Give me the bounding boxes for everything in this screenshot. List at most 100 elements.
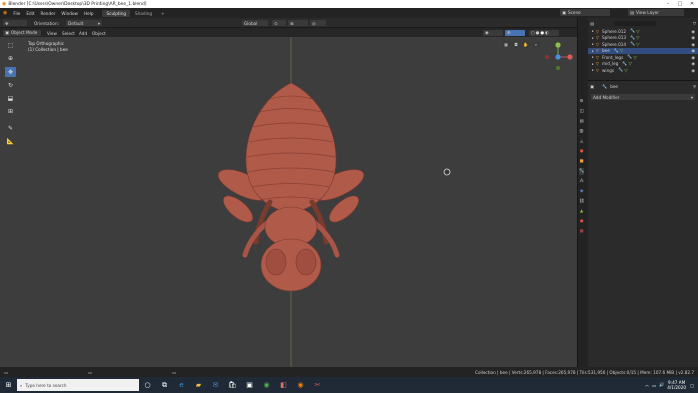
material-tab-icon[interactable]: ● (579, 218, 584, 225)
network-icon[interactable]: ▭ (652, 383, 656, 388)
scale-tool-icon[interactable]: ⬓ (5, 93, 16, 103)
cursor-tool-icon[interactable]: ⊕ (5, 53, 16, 63)
visibility-button[interactable]: ◉ (483, 29, 503, 36)
visibility-eye-icon[interactable]: ◉ (691, 61, 695, 66)
object-tab-icon[interactable]: ■ (579, 158, 584, 165)
visibility-eye-icon[interactable]: ◉ (691, 48, 695, 53)
pin-icon[interactable]: ⚲ (693, 84, 696, 89)
blender-taskbar-icon[interactable]: ◉ (294, 379, 307, 391)
proportional-edit-button[interactable]: ◎ (310, 20, 326, 26)
tab-sculpting[interactable]: Sculpting (102, 9, 131, 17)
mode-dropdown[interactable]: ▣ Object Mode (3, 29, 41, 36)
pan-hand-icon[interactable]: ✋ (522, 41, 530, 48)
menu-file[interactable]: File (10, 11, 23, 16)
expand-icon[interactable]: ▸ (592, 55, 594, 59)
world-tab-icon[interactable]: ● (579, 148, 584, 155)
visibility-eye-icon[interactable]: ◉ (691, 35, 695, 40)
menu-render[interactable]: Render (38, 11, 59, 16)
shading-buttons[interactable]: ○ ● ● ◐ (529, 29, 559, 36)
tray-chevron-icon[interactable]: ︿ (645, 382, 649, 388)
outliner-row[interactable]: ▸ ▽ mid_leg 🔧 ▽ ◉ (588, 61, 698, 67)
physics-tab-icon[interactable]: ◉ (579, 188, 584, 195)
move-tool-icon[interactable]: ✥ (5, 67, 16, 77)
minimize-icon[interactable]: – (662, 0, 674, 8)
texture-tab-icon[interactable]: ▦ (579, 228, 584, 235)
edge-icon[interactable]: e (175, 379, 188, 391)
expand-icon[interactable]: ▸ (592, 68, 594, 72)
modifier-tab-icon[interactable]: 🔧 (579, 168, 585, 175)
clock-date[interactable]: 4/1/2020 (667, 385, 686, 390)
menu-object[interactable]: Object (92, 31, 106, 36)
orientation-dropdown[interactable]: Default ▾ (66, 20, 102, 26)
data-tab-icon[interactable]: ▲ (579, 208, 584, 215)
menu-window[interactable]: Window (58, 11, 81, 16)
menu-view[interactable]: View (47, 31, 57, 36)
tool-tab-icon[interactable]: ⚙ (579, 98, 584, 105)
measure-tool-icon[interactable]: 📐 (5, 136, 16, 146)
grid-icon[interactable]: ▦ (502, 41, 510, 48)
scene-selector[interactable]: ▣ Scene (560, 9, 610, 16)
editor-type-button[interactable]: ✥ (3, 20, 27, 26)
add-workspace-button[interactable]: + (157, 10, 169, 17)
constraints-tab-icon[interactable]: ⛓ (579, 198, 584, 205)
camera-icon[interactable]: ◘ (512, 41, 520, 48)
menu-add[interactable]: Add (79, 31, 87, 36)
volume-icon[interactable]: 🔊 (659, 382, 664, 388)
store-icon[interactable]: 🛍 (226, 379, 239, 391)
zoom-icon[interactable]: ⌕ (532, 41, 540, 48)
outliner-row[interactable]: ▸ ▽ Sphere.013 🔧 ▽ ◉ (588, 35, 698, 41)
filter-icon[interactable]: ⛉ (693, 21, 696, 26)
task-view-icon[interactable]: ⧉ (158, 379, 171, 391)
app-icon[interactable]: ◧ (277, 379, 290, 391)
transform-tool-icon[interactable]: ⊞ (5, 106, 16, 116)
notification-icon[interactable]: ▢ (690, 383, 694, 388)
expand-icon[interactable]: ▸ (592, 62, 594, 66)
outliner-row[interactable]: ▸ ▽ wings 🔧 ▽ ◉ (588, 67, 698, 73)
visibility-eye-icon[interactable]: ◉ (691, 29, 695, 34)
add-modifier-dropdown[interactable]: Add Modifier ▾ (591, 94, 695, 100)
expand-icon[interactable]: ▸ (592, 29, 594, 33)
file-explorer-icon[interactable]: ▰ (192, 379, 205, 391)
render-tab-icon[interactable]: ◫ (579, 108, 584, 115)
particles-tab-icon[interactable]: ⁂ (579, 178, 584, 185)
scene-tab-icon[interactable]: ◬ (579, 138, 584, 145)
outliner-row[interactable]: ▸ ▽ Sphere.012 🔧 ▽ ◉ (588, 28, 698, 34)
rotate-tool-icon[interactable]: ↻ (5, 80, 16, 90)
menu-edit[interactable]: Edit (23, 11, 37, 16)
transform-orientation-dropdown[interactable]: Global (242, 20, 268, 26)
mail-icon[interactable]: ✉ (209, 379, 222, 391)
cortana-icon[interactable]: ○ (141, 379, 154, 391)
expand-icon[interactable]: ▸ (592, 49, 594, 53)
snip-icon[interactable]: ✂ (311, 379, 324, 391)
blender-menu-icon[interactable]: ◉ (0, 10, 10, 16)
chrome-icon[interactable]: ◉ (260, 379, 273, 391)
menu-help[interactable]: Help (81, 11, 97, 16)
pivot-point-button[interactable]: ⊙ (272, 20, 286, 26)
visibility-eye-icon[interactable]: ◉ (691, 68, 695, 73)
select-tool-icon[interactable]: ⬚ (5, 40, 16, 50)
outliner-row[interactable]: ▸ ▽ Sphere.014 🔧 ▽ ◉ (588, 41, 698, 47)
tab-shading[interactable]: Shading (131, 10, 156, 17)
taskbar-search[interactable]: ⌕ Type here to search (17, 379, 139, 391)
expand-icon[interactable]: ▸ (592, 42, 594, 46)
photos-icon[interactable]: ▣ (243, 379, 256, 391)
menu-select[interactable]: Select (62, 31, 75, 36)
3d-viewport[interactable]: Top Orthographic (1) Collection | bee ⬚ … (0, 37, 577, 367)
visibility-eye-icon[interactable]: ◉ (691, 55, 695, 60)
outliner-search-input[interactable] (613, 20, 656, 26)
view-layer-selector[interactable]: ▤ View Layer (628, 9, 684, 16)
gizmo-toggle[interactable]: ⊕ (505, 29, 525, 36)
outliner-row[interactable]: ▸ ▽ bee 🔧 ▽ ◉ (588, 47, 698, 54)
expand-icon[interactable]: ▸ (592, 36, 594, 40)
maximize-icon[interactable]: □ (674, 0, 686, 8)
view-layer-tab-icon[interactable]: ▥ (579, 128, 584, 135)
annotate-tool-icon[interactable]: ✎ (5, 123, 16, 133)
outliner-editor-icon[interactable]: ▤ (590, 21, 594, 26)
snap-button[interactable]: ⋒ (288, 20, 308, 26)
properties-editor-icon[interactable]: ▣ (590, 84, 594, 89)
navigation-gizmo[interactable] (538, 39, 576, 73)
outliner-row[interactable]: ▸ ▽ Front_legs 🔧 ▽ ◉ (588, 54, 698, 60)
visibility-eye-icon[interactable]: ◉ (691, 42, 695, 47)
windows-start-icon[interactable]: ⊞ (2, 379, 15, 391)
close-icon[interactable]: ✕ (686, 0, 698, 8)
